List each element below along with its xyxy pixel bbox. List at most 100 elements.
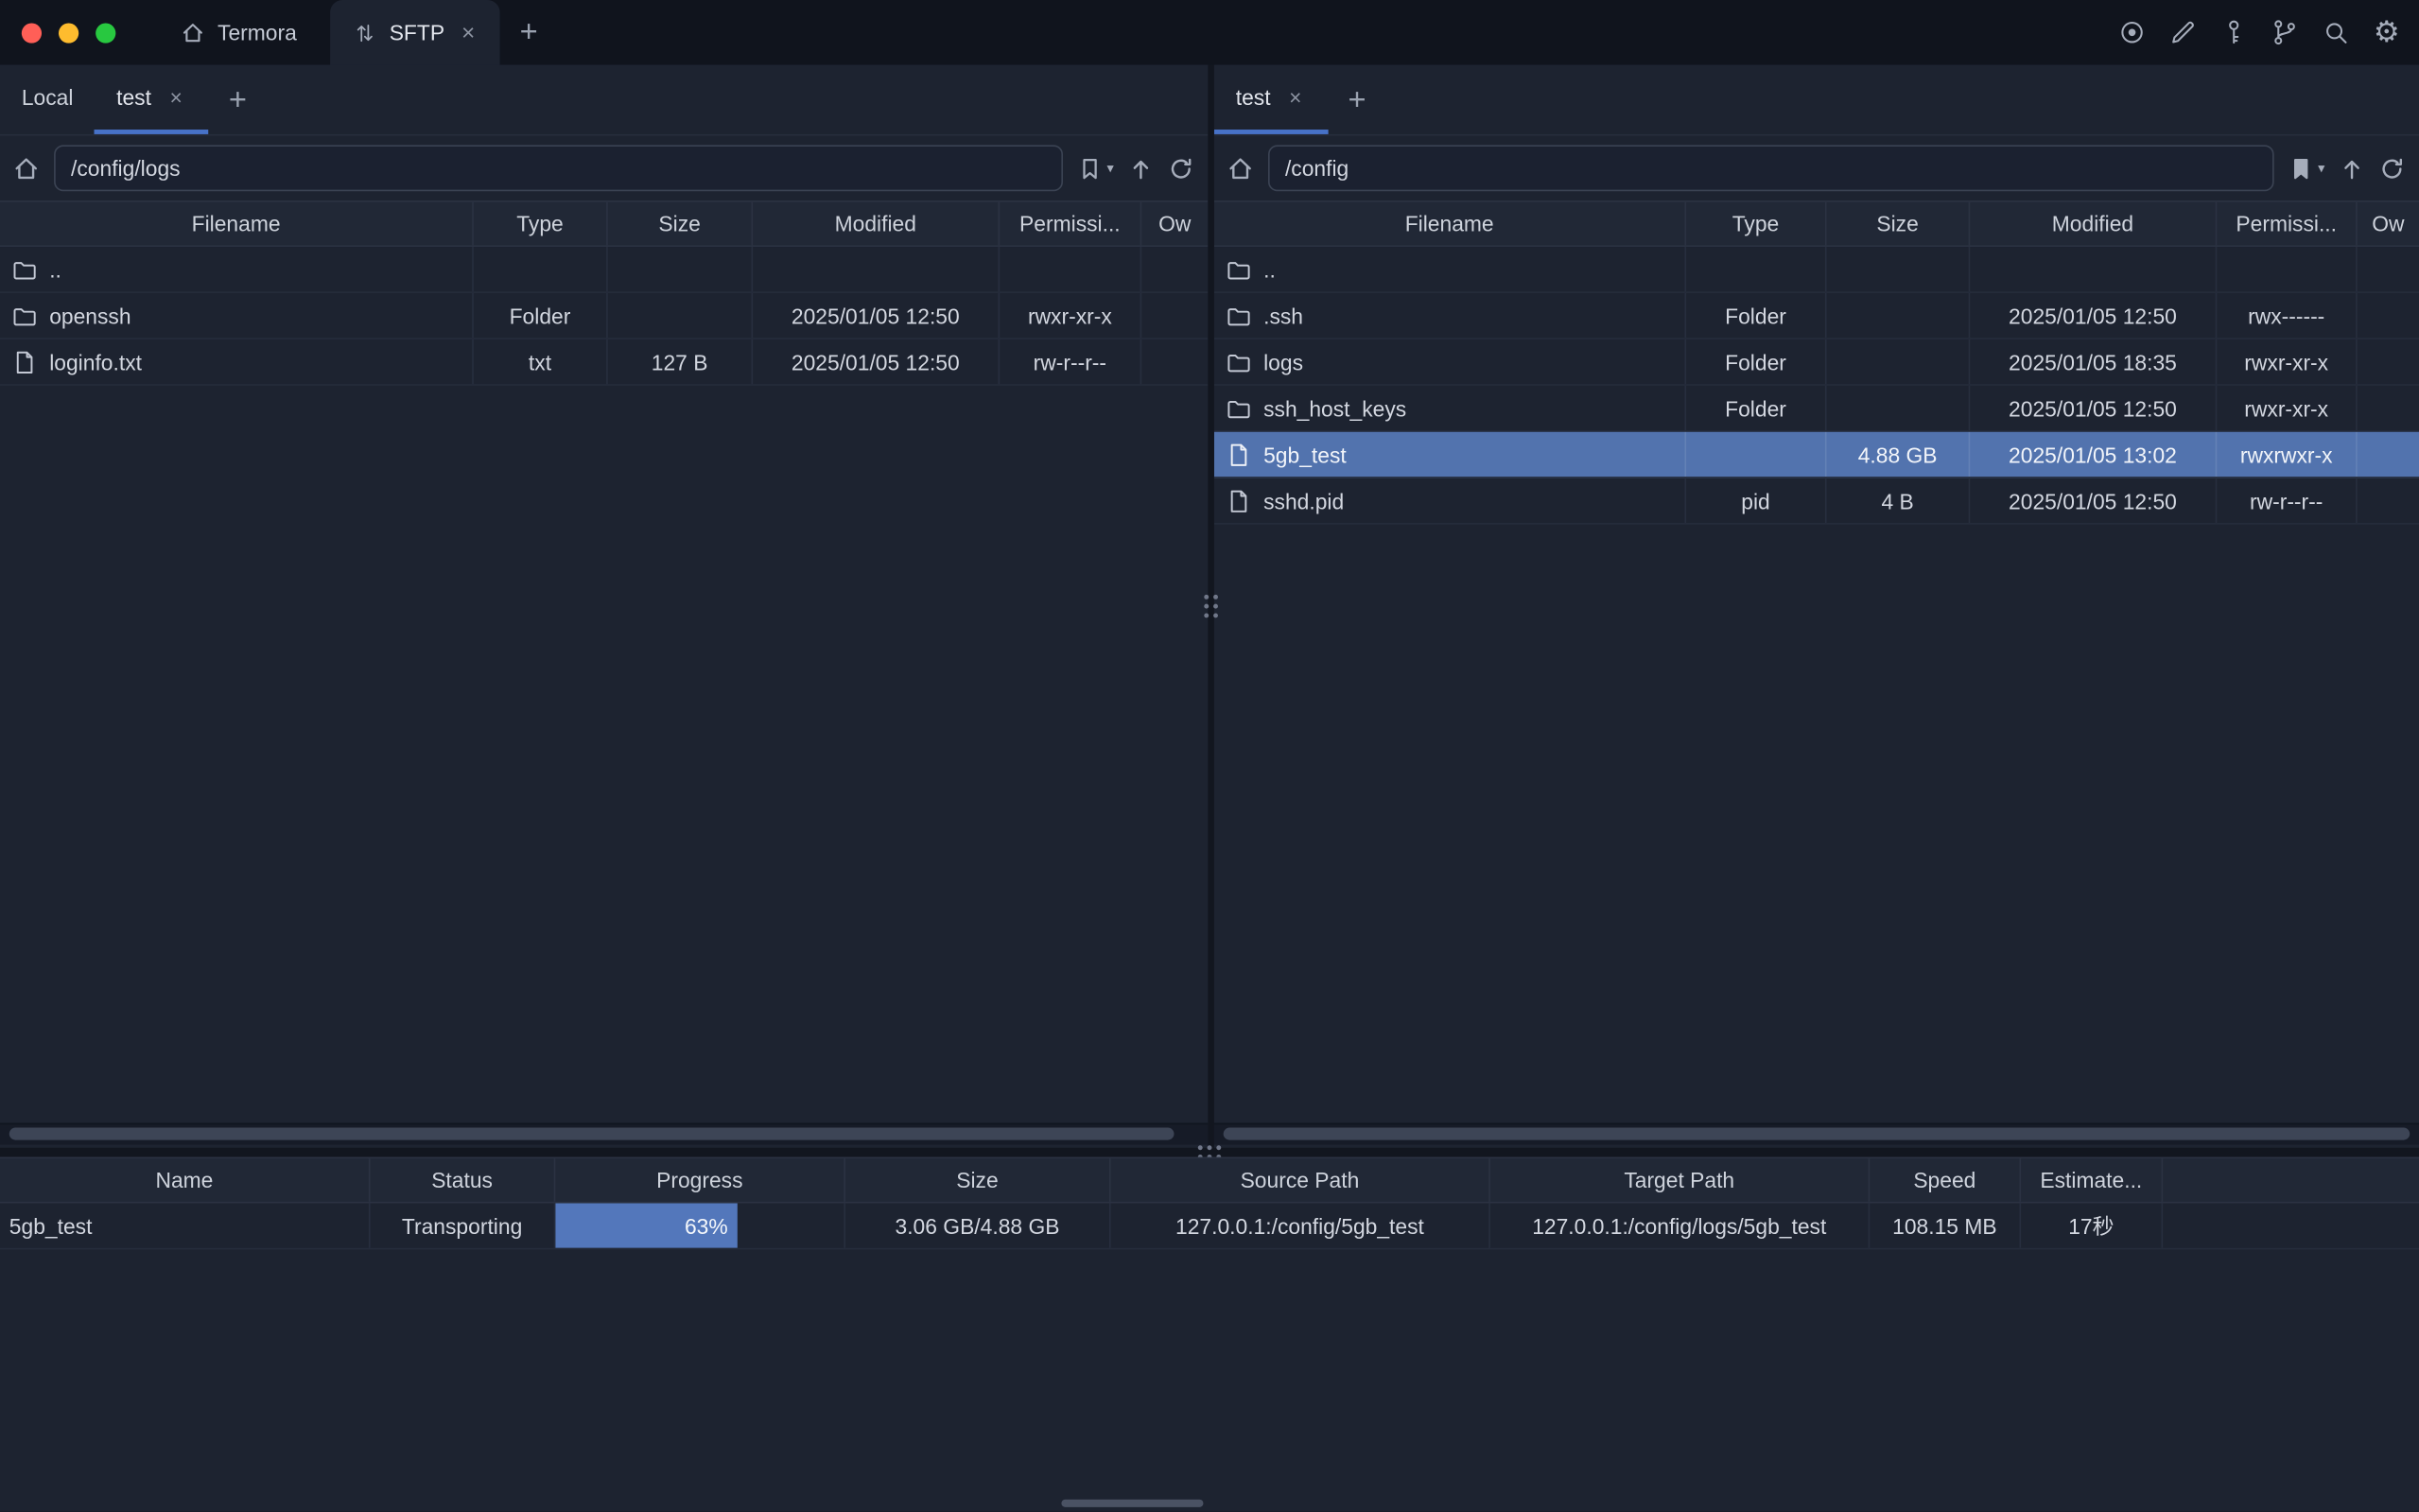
column-header-type[interactable]: Type: [1686, 202, 1826, 246]
type-cell: Folder: [1686, 293, 1826, 338]
refresh-button[interactable]: [2379, 155, 2406, 182]
scrollbar-thumb[interactable]: [9, 1128, 1175, 1140]
file-row[interactable]: loginfo.txt txt 127 B 2025/01/05 12:50 r…: [0, 339, 1208, 386]
new-tab-button[interactable]: +: [499, 17, 557, 48]
parent-directory-button[interactable]: [1128, 155, 1155, 182]
column-header-modified[interactable]: Modified: [753, 202, 1000, 246]
column-header-speed[interactable]: Speed: [1870, 1158, 2021, 1202]
branch-button[interactable]: [2266, 14, 2303, 51]
filename-cell: logs: [1214, 339, 1686, 384]
column-header-target-path[interactable]: Target Path: [1490, 1158, 1870, 1202]
filename-cell: ssh_host_keys: [1214, 386, 1686, 430]
home-button[interactable]: [12, 154, 40, 182]
bookmark-button[interactable]: [2288, 155, 2315, 182]
refresh-icon: [2379, 155, 2406, 182]
tab-test-left[interactable]: test ×: [95, 65, 208, 134]
column-header-permissions[interactable]: Permissi...: [1000, 202, 1141, 246]
bottom-scrollbar-thumb[interactable]: [1061, 1500, 1203, 1507]
bookmark-dropdown-icon[interactable]: ▾: [2318, 161, 2324, 175]
file-row[interactable]: ..: [1214, 247, 2419, 293]
record-button[interactable]: [2114, 14, 2150, 51]
owner-cell: [2358, 247, 2419, 291]
progress-bar: 63%: [555, 1203, 737, 1247]
owner-cell: [2358, 432, 2419, 477]
file-row[interactable]: ssh_host_keys Folder 2025/01/05 12:50 rw…: [1214, 386, 2419, 432]
new-pane-tab-button[interactable]: +: [1328, 84, 1385, 115]
column-header-modified[interactable]: Modified: [1970, 202, 2217, 246]
permissions-cell: [1000, 247, 1141, 291]
close-tab-icon[interactable]: ×: [165, 83, 187, 111]
tab-test-right[interactable]: test ×: [1214, 65, 1328, 134]
filename-cell: ..: [0, 247, 474, 291]
right-pathbar: ▾: [1214, 136, 2419, 201]
column-header-filename[interactable]: Filename: [0, 202, 474, 246]
tab-sftp[interactable]: SFTP ×: [331, 0, 500, 65]
bookmark-button[interactable]: [1077, 155, 1104, 182]
folder-icon: [12, 257, 37, 282]
column-header-type[interactable]: Type: [474, 202, 608, 246]
filename-cell: .ssh: [1214, 293, 1686, 338]
size-cell: [1827, 293, 1971, 338]
transfer-splitter[interactable]: [0, 1148, 2419, 1157]
settings-button[interactable]: ⚙: [2368, 14, 2405, 51]
tab-test-label: test: [1236, 85, 1271, 110]
column-header-filename[interactable]: Filename: [1214, 202, 1686, 246]
size-cell: 127 B: [608, 339, 753, 384]
search-icon: [2321, 17, 2352, 48]
horizontal-scrollbar[interactable]: [0, 1123, 1208, 1145]
close-window-button[interactable]: [22, 23, 42, 43]
path-input[interactable]: [1268, 145, 2274, 191]
file-row[interactable]: .ssh Folder 2025/01/05 12:50 rwx------: [1214, 293, 2419, 339]
search-button[interactable]: [2317, 14, 2354, 51]
filename-cell: loginfo.txt: [0, 339, 474, 384]
transfer-arrows-icon: [354, 21, 376, 43]
column-header-source-path[interactable]: Source Path: [1111, 1158, 1490, 1202]
zoom-window-button[interactable]: [96, 23, 115, 43]
tab-local[interactable]: Local: [0, 65, 95, 134]
column-header-filler: [2163, 1158, 2419, 1202]
filename-cell: ..: [1214, 247, 1686, 291]
file-row[interactable]: openssh Folder 2025/01/05 12:50 rwxr-xr-…: [0, 293, 1208, 339]
column-header-size[interactable]: Size: [1827, 202, 1971, 246]
column-header-size[interactable]: Size: [608, 202, 753, 246]
transfer-row[interactable]: 5gb_test Transporting 63% 3.06 GB/4.88 G…: [0, 1203, 2419, 1249]
transfer-target-cell: 127.0.0.1:/config/logs/5gb_test: [1490, 1203, 1870, 1247]
bookmark-dropdown-icon[interactable]: ▾: [1106, 161, 1113, 175]
tab-termora[interactable]: Termora: [140, 0, 330, 65]
horizontal-scrollbar[interactable]: [1214, 1123, 2419, 1145]
column-header-name[interactable]: Name: [0, 1158, 371, 1202]
arrow-up-icon: [2339, 155, 2365, 182]
file-row[interactable]: sshd.pid pid 4 B 2025/01/05 12:50 rw-r--…: [1214, 478, 2419, 525]
parent-directory-button[interactable]: [2339, 155, 2365, 182]
file-row[interactable]: logs Folder 2025/01/05 18:35 rwxr-xr-x: [1214, 339, 2419, 386]
column-header-progress[interactable]: Progress: [555, 1158, 845, 1202]
type-cell: [474, 247, 608, 291]
refresh-button[interactable]: [1168, 155, 1194, 182]
close-tab-icon[interactable]: ×: [457, 18, 479, 47]
column-header-status[interactable]: Status: [371, 1158, 556, 1202]
close-tab-icon[interactable]: ×: [1284, 83, 1306, 111]
column-header-estimate[interactable]: Estimate...: [2021, 1158, 2163, 1202]
left-table-header: Filename Type Size Modified Permissi... …: [0, 200, 1208, 247]
file-row-selected[interactable]: 5gb_test 4.88 GB 2025/01/05 13:02 rwxrwx…: [1214, 432, 2419, 478]
column-header-owner[interactable]: Ow: [2358, 202, 2419, 246]
tab-test-label: test: [116, 85, 151, 110]
new-pane-tab-button[interactable]: +: [209, 84, 267, 115]
transfer-size-cell: 3.06 GB/4.88 GB: [845, 1203, 1111, 1247]
titlebar-actions: ⚙: [2114, 14, 2419, 51]
transfer-estimate-cell: 17秒: [2021, 1203, 2163, 1247]
scrollbar-thumb[interactable]: [1224, 1128, 2410, 1140]
owner-cell: [2358, 386, 2419, 430]
minimize-window-button[interactable]: [59, 23, 78, 43]
sftp-tab-label: SFTP: [390, 20, 444, 44]
edit-button[interactable]: [2165, 14, 2201, 51]
permissions-cell: rwxr-xr-x: [1000, 293, 1141, 338]
column-header-size[interactable]: Size: [845, 1158, 1111, 1202]
file-row[interactable]: ..: [0, 247, 1208, 293]
column-header-permissions[interactable]: Permissi...: [2217, 202, 2357, 246]
column-header-owner[interactable]: Ow: [1141, 202, 1208, 246]
home-button[interactable]: [1227, 154, 1254, 182]
file-icon: [1227, 442, 1251, 466]
path-input[interactable]: [54, 145, 1064, 191]
key-manager-button[interactable]: [2216, 14, 2253, 51]
